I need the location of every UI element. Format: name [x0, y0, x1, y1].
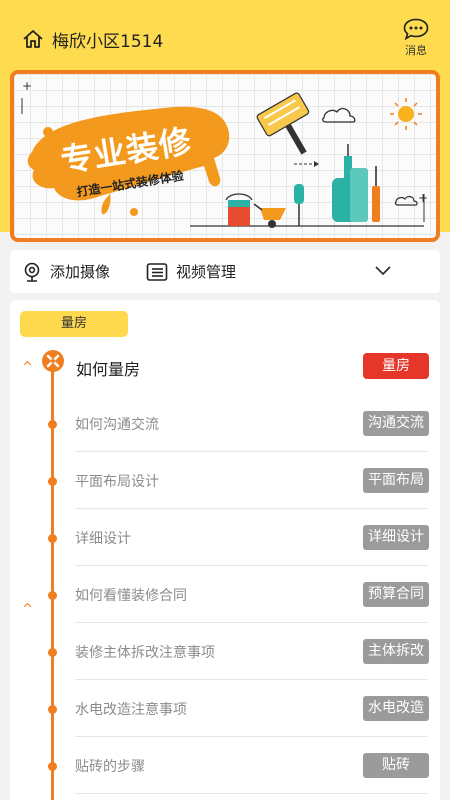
app-header: 梅欣小区1514 消息 [0, 0, 450, 72]
svg-text:+: + [418, 191, 428, 205]
main-step-title: 如何量房 [76, 360, 141, 379]
step-row[interactable]: 如何看懂装修合同 预算合同 [10, 566, 440, 623]
chat-bubble-icon [403, 18, 429, 40]
step-label: 水电改造注意事项 [75, 702, 187, 718]
section-tag: 量房 [20, 311, 128, 337]
step-button[interactable]: 预算合同 [363, 582, 429, 607]
row-divider [75, 793, 428, 794]
device-toolbar: 添加摄像 视频管理 [10, 250, 440, 293]
step-row[interactable]: 装修主体拆改注意事项 主体拆改 [10, 623, 440, 680]
message-label: 消息 [405, 44, 427, 57]
step-label: 如何看懂装修合同 [75, 588, 187, 604]
add-camera-button[interactable]: 添加摄像 [22, 250, 110, 293]
community-name[interactable]: 梅欣小区1514 [52, 27, 163, 52]
tools-icon [42, 350, 64, 372]
step-row[interactable]: 平面布局设计 平面布局 [10, 452, 440, 509]
message-button[interactable]: 消息 [400, 18, 432, 58]
camera-icon [24, 262, 40, 282]
timeline-dot [48, 705, 57, 714]
step-button[interactable]: 贴砖 [363, 753, 429, 778]
step-label: 装修主体拆改注意事项 [75, 645, 215, 661]
step-row[interactable]: 水电改造注意事项 水电改造 [10, 680, 440, 737]
step-button[interactable]: 沟通交流 [363, 411, 429, 436]
timeline-dot [48, 534, 57, 543]
step-label: 平面布局设计 [75, 474, 159, 490]
add-camera-label: 添加摄像 [50, 263, 111, 281]
timeline-dot [48, 762, 57, 771]
home-icon[interactable] [22, 28, 44, 50]
step-card: 量房 ^ ^ 如何量房 量房 如何沟通交流 沟通交流 平面布局设计 平面布局 详… [10, 300, 440, 800]
video-manage-button[interactable]: 视频管理 [146, 250, 236, 293]
main-step-button[interactable]: 量房 [363, 353, 429, 379]
svg-text:+: + [22, 79, 32, 93]
step-button[interactable]: 详细设计 [363, 525, 429, 550]
timeline-dot [48, 420, 57, 429]
step-label: 贴砖的步骤 [75, 759, 145, 775]
step-button[interactable]: 水电改造 [363, 696, 429, 721]
video-manage-label: 视频管理 [176, 263, 237, 281]
step-button[interactable]: 平面布局 [363, 468, 429, 493]
collapse-caret-icon[interactable]: ^ [22, 360, 33, 375]
promo-banner[interactable]: + + 专业装修 打造一站式装修体验 [10, 70, 440, 242]
list-icon [146, 262, 168, 281]
step-button[interactable]: 主体拆改 [363, 639, 429, 664]
step-row[interactable]: 如何沟通交流 沟通交流 [10, 395, 440, 452]
step-row[interactable]: 贴砖的步骤 贴砖 [10, 737, 440, 794]
step-label: 详细设计 [75, 531, 131, 547]
step-label: 如何沟通交流 [75, 417, 159, 433]
timeline-dot [48, 648, 57, 657]
step-row[interactable]: 详细设计 详细设计 [10, 509, 440, 566]
chevron-down-icon[interactable] [374, 265, 392, 277]
timeline-dot [48, 477, 57, 486]
timeline-dot [48, 591, 57, 600]
